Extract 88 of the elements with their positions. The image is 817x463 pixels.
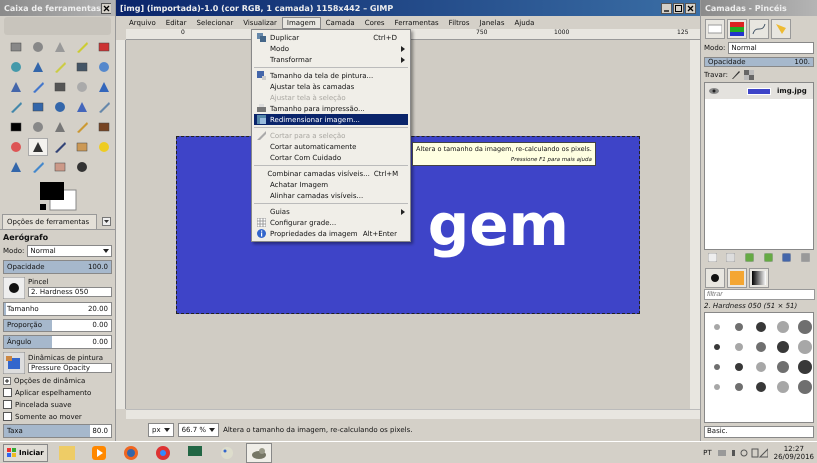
layers-icon	[708, 23, 722, 35]
brushes-tab[interactable]	[705, 268, 725, 288]
tool-icon	[53, 120, 67, 134]
animal-icon	[250, 446, 267, 460]
copy-icon	[257, 33, 266, 42]
brush-dot-icon	[709, 272, 721, 284]
tool-icon	[75, 140, 89, 154]
tray-icons-drawing	[718, 448, 768, 458]
tool-icon	[75, 60, 89, 74]
gradient-icon	[752, 271, 766, 285]
dynamics-icon[interactable]	[3, 352, 25, 374]
tool-button[interactable]	[28, 138, 48, 156]
eye-icon[interactable]	[709, 88, 719, 94]
taskbar-app[interactable]	[246, 442, 272, 462]
channels-icon	[730, 22, 744, 36]
checkbox[interactable]	[3, 412, 12, 422]
tool-icon	[53, 40, 67, 54]
tool-icon	[31, 40, 45, 54]
tool-icon	[97, 80, 111, 94]
tool-icon	[9, 160, 23, 174]
layer-thumbnail	[747, 88, 771, 94]
tool-icon	[75, 160, 89, 174]
knife-icon	[257, 131, 266, 140]
tool-icon	[31, 100, 45, 114]
tool-icon	[31, 140, 45, 154]
tool-icon	[9, 120, 23, 134]
gradients-tab[interactable]	[749, 268, 769, 288]
tool-icon	[31, 80, 45, 94]
tool-name: Aerógrafo	[3, 233, 50, 242]
tool-icon	[97, 60, 111, 74]
checkbox[interactable]	[3, 388, 12, 398]
circle-logo-icon	[156, 446, 170, 460]
caret-icon[interactable]	[209, 427, 216, 433]
globe-icon	[124, 446, 138, 460]
play-icon	[92, 446, 106, 460]
tool-icon	[97, 100, 111, 114]
panel-title: Caixa de ferramentas	[4, 4, 101, 12]
tool-icon	[9, 100, 23, 114]
pattern-icon	[730, 271, 744, 285]
vertical-scrollbar[interactable]	[690, 40, 700, 409]
tool-icon	[75, 80, 89, 94]
grid-icon	[257, 218, 266, 227]
printer-icon	[257, 104, 266, 113]
tool-icon	[53, 80, 67, 94]
tool-icon	[53, 100, 67, 114]
expander-icon[interactable]	[3, 377, 11, 386]
tool-icon	[9, 40, 23, 54]
tool-icon	[53, 60, 67, 74]
tag-icon	[774, 22, 788, 36]
tool-icon	[75, 40, 89, 54]
tool-icon	[31, 160, 45, 174]
paths-icon	[752, 22, 766, 36]
tool-icon	[75, 120, 89, 134]
tool-icon	[31, 60, 45, 74]
tool-icon	[31, 120, 45, 134]
palette-icon	[220, 446, 234, 460]
tool-icon	[9, 80, 23, 94]
tool-icon	[9, 60, 23, 74]
folder-icon	[58, 446, 75, 460]
menu-icon[interactable]	[102, 217, 111, 226]
brush-icon[interactable]	[730, 70, 741, 80]
checker-icon[interactable]	[744, 70, 754, 80]
tool-icon	[97, 120, 111, 134]
tool-icon	[53, 140, 67, 154]
tool-icon	[53, 160, 67, 174]
tool-icon	[97, 40, 111, 54]
brush-preview-icon[interactable]	[3, 276, 25, 299]
horizontal-scrollbar[interactable]	[126, 409, 700, 419]
channels-tab[interactable]	[727, 19, 747, 39]
panel-title: Camadas - Pincéis	[705, 4, 787, 12]
tool-icon	[75, 100, 89, 114]
caret-icon[interactable]	[103, 248, 109, 254]
resize-icon	[257, 71, 266, 80]
close-icon[interactable]	[685, 2, 696, 14]
window-title: [img] (importada)-1.0 (cor RGB, 1 camada) 1158x442 – GIMP	[120, 4, 394, 12]
caret-icon[interactable]	[164, 427, 170, 433]
brush-preview-icon[interactable]	[774, 339, 792, 355]
close-icon[interactable]	[100, 2, 111, 14]
maximize-icon[interactable]	[673, 2, 684, 14]
scale-icon	[257, 115, 266, 124]
paths-tab[interactable]	[749, 19, 769, 39]
info-icon	[257, 229, 266, 238]
minimize-icon[interactable]	[661, 2, 672, 14]
checkbox[interactable]	[3, 400, 12, 410]
brush-preview-icon[interactable]	[796, 359, 814, 375]
windows-logo-icon	[7, 448, 17, 458]
tool-icon	[97, 140, 111, 154]
tool-icon	[9, 140, 23, 154]
